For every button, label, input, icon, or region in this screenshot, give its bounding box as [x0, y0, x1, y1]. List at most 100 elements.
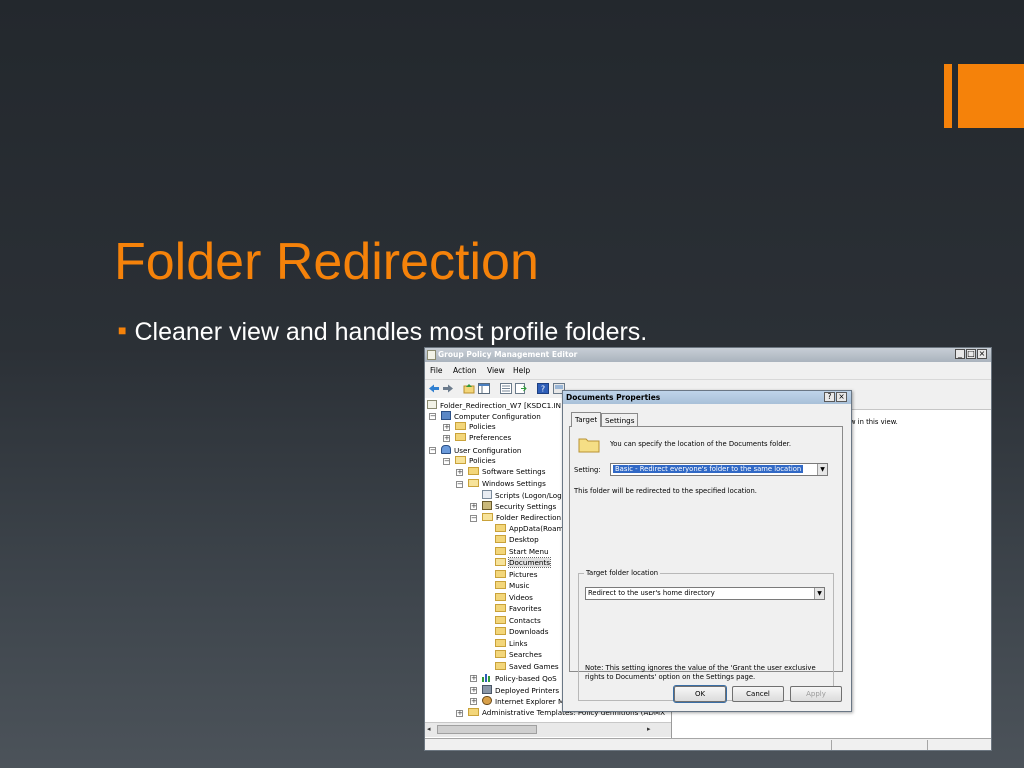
tree-item-searches[interactable]: Searches	[495, 650, 542, 661]
folder-icon	[455, 456, 466, 464]
folder-icon	[455, 422, 466, 430]
slide-title: Folder Redirection	[114, 233, 539, 291]
folder-icon	[495, 524, 506, 532]
tree-item-music[interactable]: Music	[495, 581, 529, 592]
policy-icon	[427, 400, 437, 409]
menu-bar: File Action View Help	[425, 363, 991, 378]
folder-icon	[495, 639, 506, 647]
tree-item-root[interactable]: Folder_Redirection_W7 [KSDC1.IN	[427, 400, 561, 411]
collapse-icon[interactable]: −	[470, 515, 477, 522]
folder-icon	[495, 627, 506, 635]
note-text-line2: rights to Documents' option on the Setti…	[585, 673, 756, 681]
bullet-item: ■ Cleaner view and handles most profile f…	[118, 318, 647, 347]
menu-help[interactable]: Help	[513, 366, 530, 375]
cancel-button[interactable]: Cancel	[732, 686, 784, 702]
folder-icon	[495, 581, 506, 589]
forward-icon[interactable]	[442, 383, 454, 394]
scroll-left-icon[interactable]: ◂	[427, 725, 431, 733]
menu-file[interactable]: File	[430, 366, 443, 375]
folder-icon	[495, 650, 506, 658]
gear-icon	[482, 696, 492, 705]
folder-icon	[495, 547, 506, 555]
scrollbar-thumb[interactable]	[437, 725, 537, 734]
expand-icon[interactable]: +	[443, 435, 450, 442]
policy-icon	[427, 350, 436, 360]
target-tab-page: You can specify the location of the Docu…	[569, 426, 843, 701]
tree-item-videos[interactable]: Videos	[495, 593, 533, 604]
tree-item-links[interactable]: Links	[495, 639, 527, 650]
tree-item-favorites[interactable]: Favorites	[495, 604, 541, 615]
target-location-value: Redirect to the user's home directory	[588, 589, 715, 597]
computer-icon	[441, 411, 451, 420]
minimize-button[interactable]: _	[955, 349, 965, 359]
folder-icon	[468, 479, 479, 487]
show-hide-tree-icon[interactable]	[478, 383, 490, 394]
status-divider	[831, 740, 832, 750]
dialog-help-button[interactable]: ?	[824, 392, 835, 402]
help-icon[interactable]: ?	[537, 383, 549, 394]
chevron-down-icon[interactable]: ▼	[814, 588, 824, 599]
folder-icon	[495, 593, 506, 601]
expand-icon[interactable]: +	[470, 698, 477, 705]
tree-item-start-menu[interactable]: Start Menu	[495, 547, 549, 558]
folder-icon	[495, 558, 506, 566]
tree-item-documents[interactable]: Documents	[495, 557, 551, 569]
tab-settings[interactable]: Settings	[601, 413, 639, 427]
ok-button[interactable]: OK	[673, 685, 727, 703]
printer-icon	[482, 685, 492, 694]
users-icon	[441, 445, 451, 454]
menu-action[interactable]: Action	[453, 366, 477, 375]
expand-icon[interactable]: +	[443, 424, 450, 431]
folder-icon	[455, 433, 466, 441]
target-location-dropdown[interactable]: Redirect to the user's home directory ▼	[585, 587, 825, 600]
collapse-icon[interactable]: −	[429, 447, 436, 454]
status-bar	[425, 738, 991, 750]
expand-icon[interactable]: +	[456, 710, 463, 717]
chevron-down-icon[interactable]: ▼	[817, 464, 827, 475]
window-titlebar[interactable]: Group Policy Management Editor _ □ ×	[425, 348, 991, 362]
tree-item-saved-games[interactable]: Saved Games	[495, 662, 559, 673]
expand-icon[interactable]: +	[456, 469, 463, 476]
expand-icon[interactable]: +	[470, 687, 477, 694]
setting-dropdown[interactable]: Basic - Redirect everyone's folder to th…	[610, 463, 828, 476]
close-button[interactable]: ×	[977, 349, 987, 359]
documents-properties-dialog: Documents Properties ? × Target Settings…	[562, 390, 852, 712]
status-divider	[927, 740, 928, 750]
expand-icon[interactable]: +	[470, 675, 477, 682]
collapse-icon[interactable]: −	[456, 481, 463, 488]
tree-item-pictures[interactable]: Pictures	[495, 570, 537, 581]
collapse-icon[interactable]: −	[429, 413, 436, 420]
folder-icon	[495, 662, 506, 670]
groupbox-label: Target folder location	[584, 569, 661, 577]
horizontal-scrollbar[interactable]: ◂ ▸	[425, 722, 671, 737]
tree-item-downloads[interactable]: Downloads	[495, 627, 548, 638]
tab-target[interactable]: Target	[571, 412, 602, 427]
folder-icon	[468, 467, 479, 475]
dialog-close-button[interactable]: ×	[836, 392, 847, 402]
empty-view-text: w in this view.	[850, 418, 898, 426]
setting-value: Basic - Redirect everyone's folder to th…	[613, 465, 804, 473]
up-folder-icon[interactable]	[463, 383, 475, 394]
export-list-icon[interactable]	[515, 383, 527, 394]
dialog-titlebar[interactable]: Documents Properties ? ×	[563, 391, 851, 404]
expand-icon[interactable]: +	[470, 503, 477, 510]
apply-button[interactable]: Apply	[790, 686, 842, 702]
info-text: You can specify the location of the Docu…	[610, 440, 792, 448]
scroll-right-icon[interactable]: ▸	[647, 725, 651, 733]
tree-item-scripts[interactable]: Scripts (Logon/Logo	[482, 490, 566, 501]
tree-item-desktop[interactable]: Desktop	[495, 535, 539, 546]
bullet-square-icon: ■	[118, 322, 127, 338]
folder-icon	[482, 513, 493, 521]
menu-view[interactable]: View	[487, 366, 505, 375]
tree-item-appdata[interactable]: AppData(Roam	[495, 524, 563, 535]
window-title: Group Policy Management Editor	[438, 350, 578, 359]
back-icon[interactable]	[428, 383, 440, 394]
maximize-button[interactable]: □	[966, 349, 976, 359]
folder-icon	[495, 604, 506, 612]
tree-item-contacts[interactable]: Contacts	[495, 616, 541, 627]
properties-icon[interactable]	[500, 383, 512, 394]
collapse-icon[interactable]: −	[443, 458, 450, 465]
column-header[interactable]	[832, 398, 991, 410]
target-folder-groupbox: Target folder location Redirect to the u…	[578, 569, 834, 701]
svg-text:?: ?	[541, 385, 545, 394]
